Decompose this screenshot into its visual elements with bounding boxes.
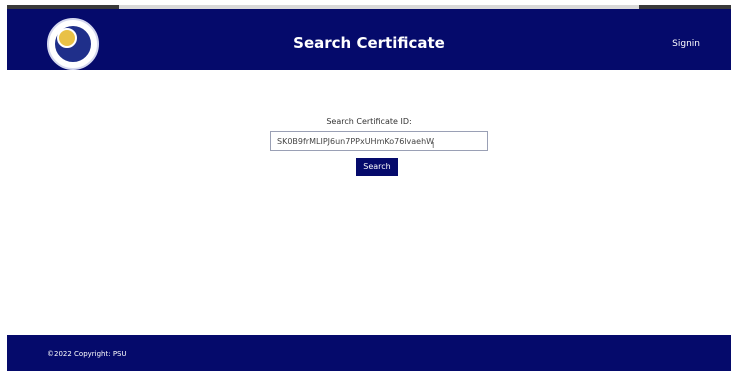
copyright-text: ©2022 Copyright: PSU xyxy=(47,350,127,358)
text-cursor-icon: I xyxy=(432,141,435,150)
footer-bar: ©2022 Copyright: PSU xyxy=(7,335,731,371)
page: Search Certificate Signin Search Certifi… xyxy=(7,5,731,371)
header-bar: Search Certificate Signin xyxy=(7,9,731,70)
search-button[interactable]: Search xyxy=(356,158,398,176)
signin-link[interactable]: Signin xyxy=(672,39,700,49)
certificate-id-input[interactable] xyxy=(270,131,488,151)
search-label: Search Certificate ID: xyxy=(326,117,412,126)
page-title: Search Certificate xyxy=(293,34,445,52)
